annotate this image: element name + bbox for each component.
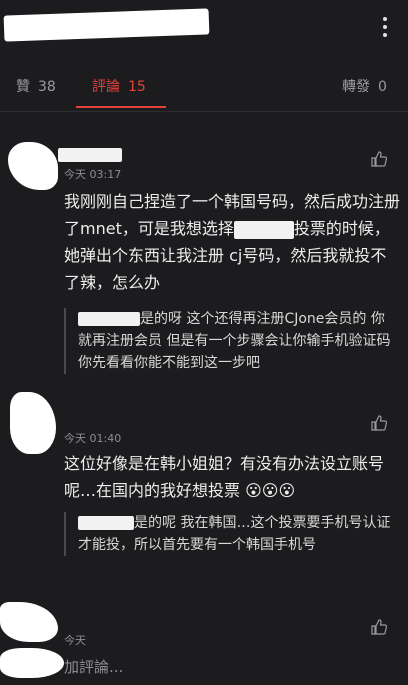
- comment-timestamp: 今天: [64, 634, 86, 647]
- redaction-scribble: [0, 648, 64, 678]
- comment-text: 我刚刚自己捏造了一个韩国号码，然后成功注册了mnet，可是我想选择 投票的时候，她…: [64, 188, 400, 296]
- comment-text-main: 这位好像是在韩小姐姐？有没有办法设立账号呢…在国内的我好想投票: [64, 454, 385, 500]
- redacted-name: [233, 220, 294, 239]
- tab-comments[interactable]: 評論 15: [92, 76, 146, 96]
- add-comment-bar[interactable]: 加評論...: [0, 648, 408, 685]
- avatar: [8, 142, 58, 190]
- comment-item: 今天: [0, 602, 408, 652]
- top-bar: [0, 0, 408, 60]
- active-tab-indicator: [76, 106, 166, 108]
- tab-likes[interactable]: 贊 38: [16, 76, 56, 96]
- comment-text: 这位好像是在韩小姐姐？有没有办法设立账号呢…在国内的我好想投票 😮😮😮: [64, 450, 400, 504]
- like-icon[interactable]: [370, 414, 388, 432]
- avatar: [10, 392, 56, 454]
- tab-bar: 贊 38 評論 15 轉發 0: [0, 60, 408, 112]
- redacted-reply-author: [78, 516, 134, 530]
- tab-comments-count: 15: [128, 79, 146, 95]
- like-icon[interactable]: [370, 618, 388, 636]
- emoji-group: 😮😮😮: [245, 481, 296, 500]
- reply-quote: 是的呀 这个还得再注册CJone会员的 你就再注册会员 但是有一个步骤会让你输手…: [64, 308, 394, 374]
- comment-timestamp: 今天 01:40: [64, 432, 122, 445]
- avatar: [0, 602, 58, 642]
- tab-reposts-count: 0: [378, 79, 387, 95]
- comment-item: 今天 01:40 这位好像是在韩小姐姐？有没有办法设立账号呢…在国内的我好想投票…: [0, 392, 408, 602]
- redacted-username: [58, 148, 122, 162]
- comment-item: 今天 03:17 我刚刚自己捏造了一个韩国号码，然后成功注册了mnet，可是我想…: [0, 112, 408, 392]
- reply-quote: 是的呢 我在韩国…这个投票要手机号认证才能投，所以首先要有一个韩国手机号: [64, 512, 394, 556]
- comment-timestamp: 今天 03:17: [64, 168, 122, 181]
- redacted-reply-author: [78, 312, 140, 326]
- redacted-title: [3, 8, 210, 42]
- tab-reposts[interactable]: 轉發 0: [342, 76, 387, 96]
- tab-reposts-label: 轉發: [342, 79, 370, 95]
- like-icon[interactable]: [370, 150, 388, 168]
- add-comment-input[interactable]: 加評論...: [64, 656, 123, 677]
- tab-likes-count: 38: [38, 79, 56, 95]
- tab-comments-label: 評論: [92, 79, 120, 95]
- tab-likes-label: 贊: [16, 79, 30, 95]
- more-options-icon[interactable]: [382, 16, 388, 40]
